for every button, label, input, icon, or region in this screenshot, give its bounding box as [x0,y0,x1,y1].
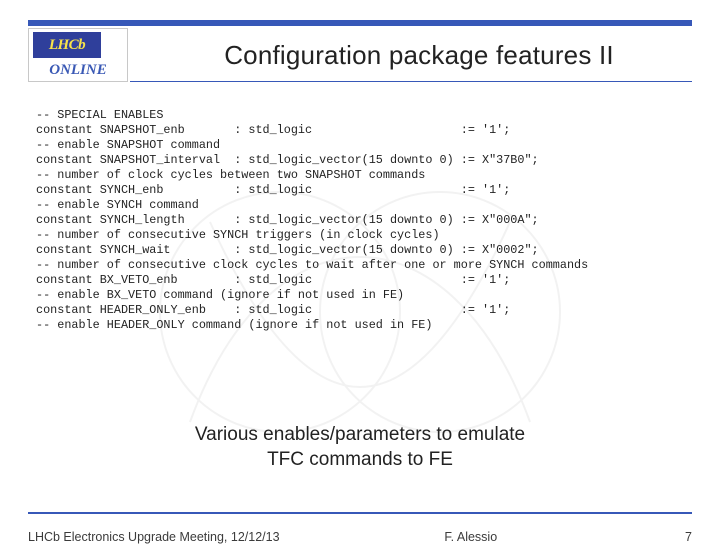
footer-author: F. Alessio [444,530,497,544]
caption-line-1: Various enables/parameters to emulate [0,422,720,447]
lhcb-online-logo: LHCb ONLINE [28,28,128,82]
footer-rule [28,512,692,514]
footer-left: LHCb Electronics Upgrade Meeting, 12/12/… [28,530,280,544]
header: LHCb ONLINE Configuration package featur… [0,26,720,82]
footer: LHCb Electronics Upgrade Meeting, 12/12/… [0,530,720,544]
logo-text-bottom: ONLINE [29,59,127,81]
logo-text-top: LHCb [33,32,101,58]
code-block: -- SPECIAL ENABLES constant SNAPSHOT_enb… [0,82,720,333]
page-number: 7 [662,530,692,544]
page-title: Configuration package features II [146,40,692,71]
caption: Various enables/parameters to emulate TF… [0,422,720,472]
caption-line-2: TFC commands to FE [0,447,720,472]
